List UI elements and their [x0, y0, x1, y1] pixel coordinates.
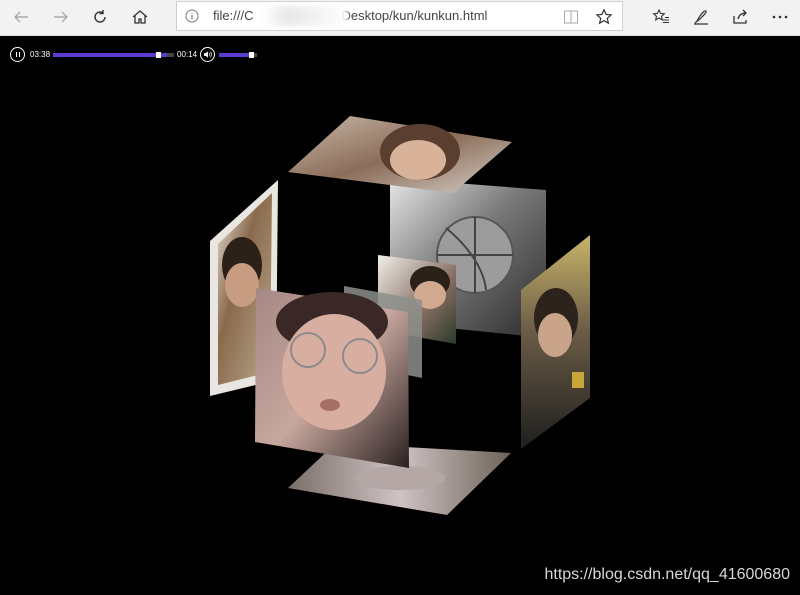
right-face-skin	[538, 313, 572, 357]
bottom-face-dish	[355, 466, 445, 490]
front-face-skin	[282, 314, 386, 430]
barcode	[572, 372, 584, 388]
front-face-mouth	[320, 399, 340, 411]
top-face-skin	[390, 140, 446, 180]
photo-cube[interactable]	[0, 0, 800, 595]
left-face-skin	[225, 263, 259, 307]
watermark: https://blog.csdn.net/qq_41600680	[544, 566, 790, 583]
